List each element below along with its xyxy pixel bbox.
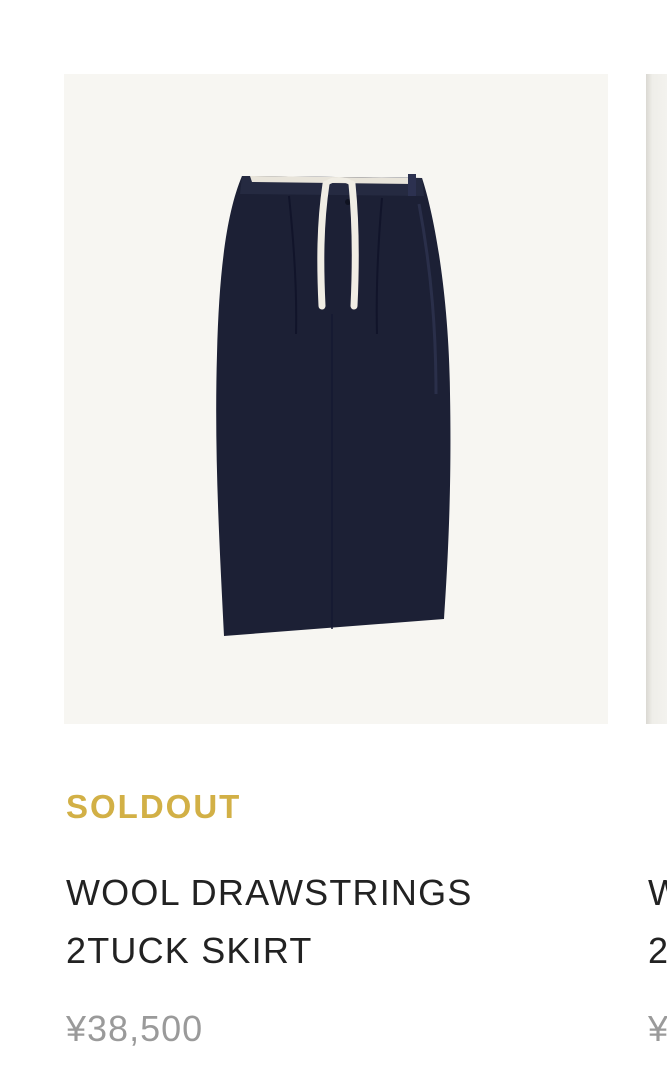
next-product-image[interactable] (646, 74, 667, 724)
product-name[interactable]: WOOL DRAWSTRINGS 2TUCK SKIRT (66, 864, 606, 980)
product-image[interactable] (64, 74, 608, 724)
product-card[interactable]: SOLDOUT WOOL DRAWSTRINGS 2TUCK SKIRT ¥38… (0, 0, 608, 1080)
product-carousel: SOLDOUT WOOL DRAWSTRINGS 2TUCK SKIRT ¥38… (0, 0, 667, 1080)
belt-loop (408, 174, 416, 196)
next-product-name[interactable]: W 2 (648, 864, 667, 980)
next-product-card[interactable]: W 2 ¥ (646, 0, 667, 1080)
skirt-illustration (216, 174, 451, 636)
next-product-name-line1: W (648, 872, 667, 913)
drawstring-right (348, 180, 359, 310)
next-product-name-line2: 2 (648, 930, 667, 971)
product-price: ¥38,500 (66, 1008, 204, 1049)
next-product-price: ¥ (648, 1008, 667, 1049)
skirt-body (216, 176, 451, 636)
sold-out-badge: SOLDOUT (66, 788, 242, 825)
